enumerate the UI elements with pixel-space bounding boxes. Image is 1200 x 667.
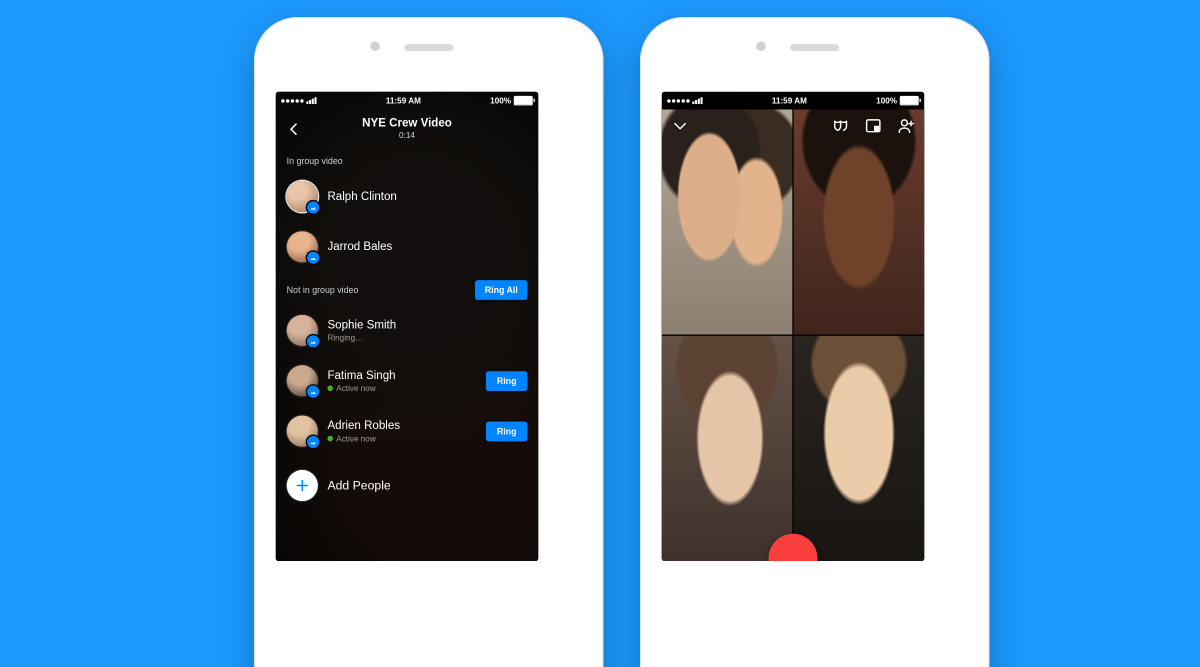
phone-mockup-left: 11:59 AM 100% NYE Crew Video 0:14 — [254, 17, 604, 667]
grid-layout-icon — [864, 117, 882, 135]
add-person-button[interactable] — [896, 116, 916, 136]
participant-status: Active now — [336, 434, 375, 444]
participant-row[interactable]: Jarrod Bales — [276, 222, 538, 272]
signal-dots-icon — [281, 99, 303, 102]
avatar — [287, 416, 318, 447]
participant-name: Ralph Clinton — [327, 190, 396, 204]
ring-button[interactable]: Ring — [486, 371, 527, 391]
participant-name: Adrien Robles — [327, 419, 476, 433]
messenger-badge-icon — [307, 336, 319, 348]
wifi-icon — [306, 98, 316, 105]
section-label-text: Not in group video — [287, 285, 359, 295]
participant-row[interactable]: Fatima Singh Active now Ring — [276, 356, 538, 406]
collapse-button[interactable] — [670, 116, 690, 136]
phone-mockup-right: 11:59 AM 100% — [640, 17, 990, 667]
call-timer: 0:14 — [362, 131, 452, 140]
layout-button[interactable] — [863, 116, 883, 136]
chevron-left-icon — [287, 122, 302, 137]
battery-icon — [514, 96, 533, 106]
screen-roster: 11:59 AM 100% NYE Crew Video 0:14 — [276, 92, 538, 561]
video-tile[interactable] — [662, 336, 793, 561]
avatar — [287, 181, 318, 212]
call-header: NYE Crew Video 0:14 — [276, 110, 538, 148]
avatar — [287, 365, 318, 396]
add-people-row[interactable]: Add People — [276, 461, 538, 511]
avatar — [287, 231, 318, 262]
ring-all-button[interactable]: Ring All — [475, 280, 527, 300]
participant-name: Jarrod Bales — [327, 240, 392, 254]
screen-video-grid: 11:59 AM 100% — [662, 92, 924, 561]
ring-button[interactable]: Ring — [486, 422, 527, 442]
section-in-group-video: In group video — [276, 148, 538, 172]
add-person-icon — [897, 117, 915, 135]
participant-row[interactable]: Sophie Smith Ringing… — [276, 306, 538, 356]
effects-button[interactable] — [830, 116, 850, 136]
add-people-icon — [287, 470, 318, 501]
battery-percent: 100% — [876, 96, 897, 106]
participant-name: Sophie Smith — [327, 319, 396, 333]
add-people-label: Add People — [327, 479, 390, 493]
video-tile[interactable] — [794, 110, 925, 335]
video-tile[interactable] — [794, 336, 925, 561]
video-grid — [662, 110, 924, 562]
active-dot-icon — [327, 386, 332, 391]
participant-status: Ringing… — [327, 333, 363, 343]
messenger-badge-icon — [307, 252, 319, 264]
call-top-toolbar — [662, 110, 924, 143]
plus-icon — [295, 478, 310, 493]
avatar — [287, 315, 318, 346]
messenger-badge-icon — [307, 436, 319, 448]
participant-name: Fatima Singh — [327, 369, 476, 383]
chevron-down-icon — [671, 117, 689, 135]
battery-percent: 100% — [490, 96, 511, 106]
ios-status-bar: 11:59 AM 100% — [662, 92, 924, 110]
back-button[interactable] — [283, 118, 306, 141]
status-time: 11:59 AM — [772, 96, 807, 106]
battery-icon — [900, 96, 919, 106]
messenger-badge-icon — [307, 202, 319, 214]
participant-status: Active now — [336, 384, 375, 394]
ios-status-bar: 11:59 AM 100% — [276, 92, 538, 110]
call-title: NYE Crew Video — [362, 117, 452, 130]
status-time: 11:59 AM — [386, 96, 421, 106]
messenger-badge-icon — [307, 386, 319, 398]
participant-row[interactable]: Adrien Robles Active now Ring — [276, 406, 538, 456]
participant-row[interactable]: Ralph Clinton — [276, 172, 538, 222]
wifi-icon — [692, 98, 702, 105]
section-not-in-group-video: Not in group video Ring All — [276, 272, 538, 305]
masks-icon — [832, 117, 850, 135]
video-tile[interactable] — [662, 110, 793, 335]
signal-dots-icon — [667, 99, 689, 102]
active-dot-icon — [327, 436, 332, 441]
